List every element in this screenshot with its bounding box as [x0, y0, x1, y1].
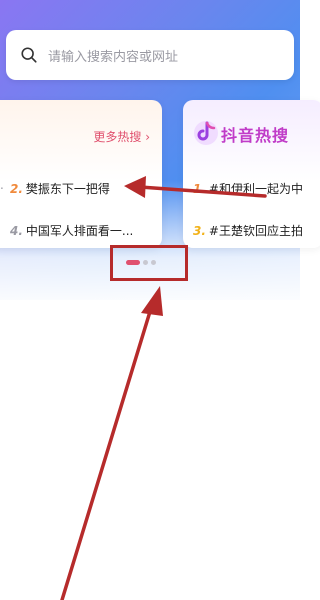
annotation-arrows [60, 176, 267, 600]
annotation-arrow-line [138, 185, 267, 198]
annotation-arrowhead [124, 176, 146, 198]
annotation-arrow-line [60, 303, 154, 600]
annotation-arrowhead [141, 286, 163, 316]
